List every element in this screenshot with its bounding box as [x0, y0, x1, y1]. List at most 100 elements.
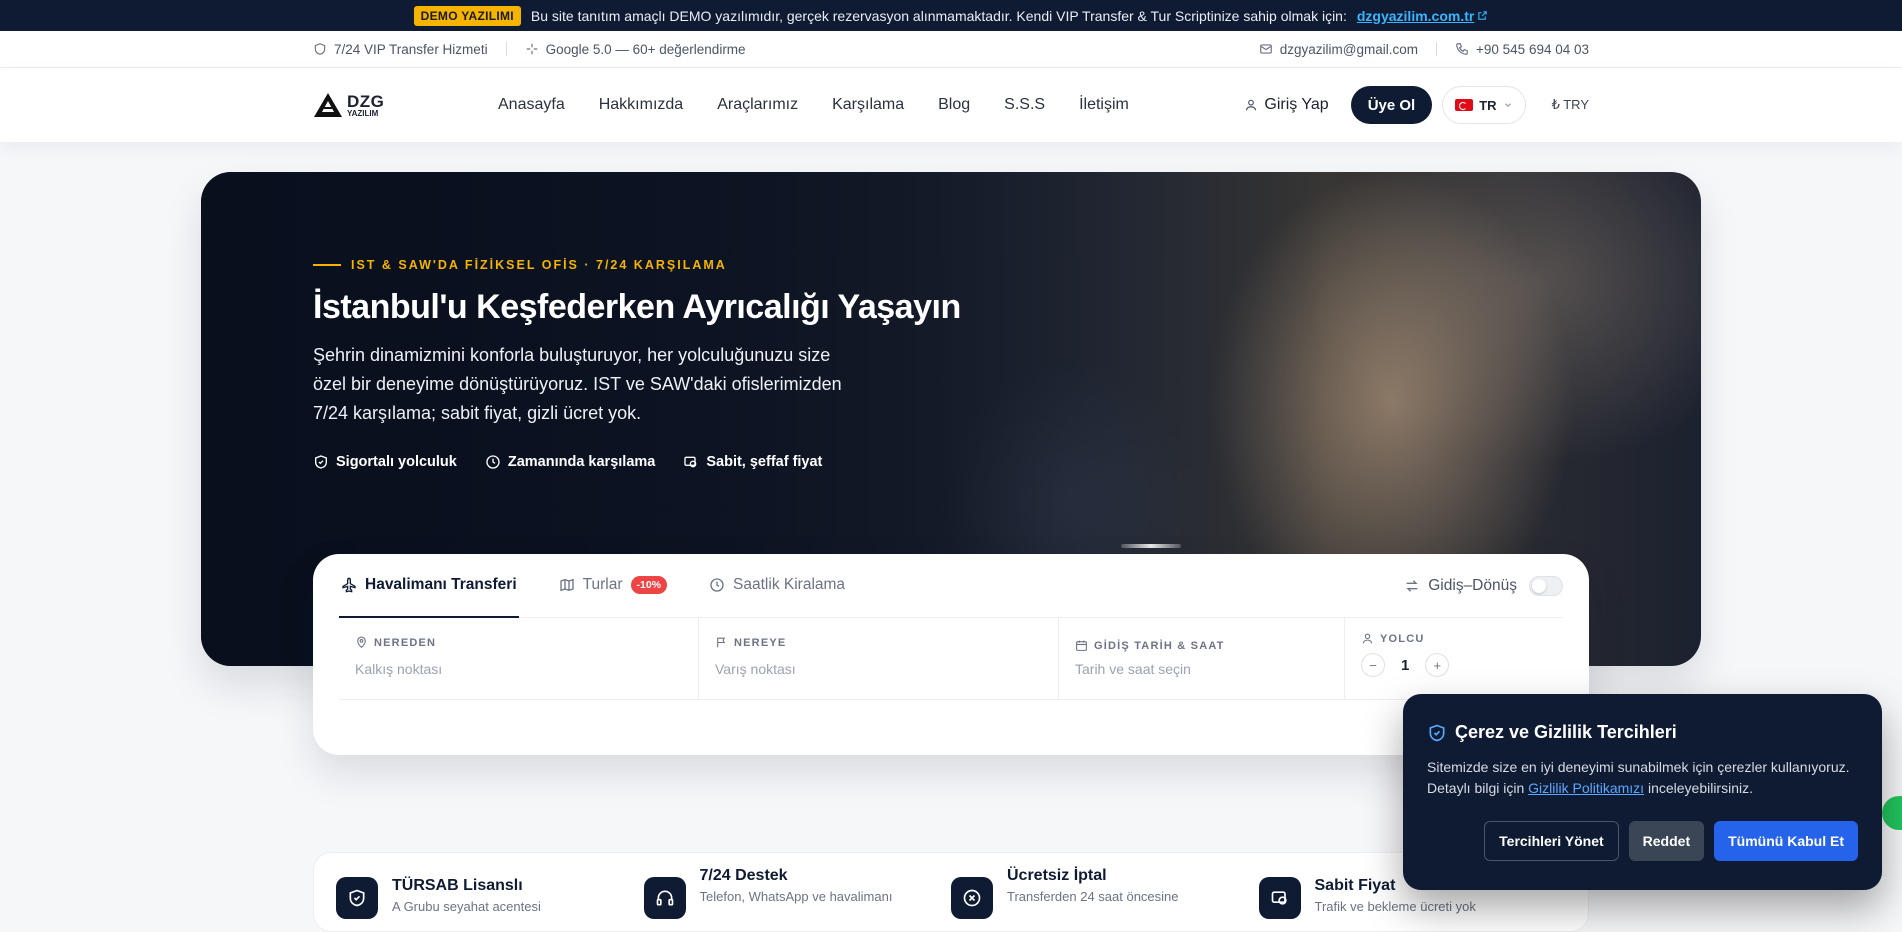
roundtrip-toggle[interactable] [1529, 576, 1563, 596]
main-nav: Anasayfa Hakkımızda Araçlarımız Karşılam… [498, 96, 1232, 114]
login-button[interactable]: Giriş Yap [1232, 96, 1340, 114]
language-label: TR [1479, 97, 1497, 113]
logo-sub: YAZILIM [347, 108, 379, 118]
nav-item-contact[interactable]: İletişim [1079, 96, 1129, 114]
booking-fields: NEREDEN NEREYE GİDİŞ TARİH & SAAT YOLCU [339, 618, 1563, 700]
booking-tabs: Havalimanı Transferi Turlar -10% Saatlik… [339, 554, 1563, 618]
tab-hourly-rental[interactable]: Saatlik Kiralama [707, 553, 847, 617]
cookie-text-after: inceleyebilirsiniz. [1647, 780, 1753, 796]
site-header: DZG YAZILIM Anasayfa Hakkımızda Araçları… [0, 68, 1902, 142]
nav-item-faq[interactable]: S.S.S [1004, 96, 1045, 114]
service-info: 7/24 VIP Transfer Hizmeti [313, 42, 488, 57]
turkey-flag-icon [1455, 99, 1474, 111]
phone-text: +90 545 694 04 03 [1476, 41, 1589, 57]
external-link-icon [1478, 11, 1488, 20]
chevron-down-icon [1504, 103, 1511, 108]
currency-selector[interactable]: ₺ TRY [1536, 97, 1589, 113]
hero-feature-label: Sigortalı yolculuk [336, 454, 457, 470]
logo-mark-icon [314, 93, 342, 117]
feature-title: TÜRSAB Lisanslı [392, 877, 523, 894]
to-input[interactable] [715, 661, 1042, 677]
email-text: dzgyazilim@gmail.com [1279, 41, 1419, 57]
tab-airport-transfer[interactable]: Havalimanı Transferi [339, 553, 519, 618]
info-bar: 7/24 VIP Transfer Hizmeti Google 5.0 — 6… [0, 31, 1902, 68]
phone-link[interactable]: +90 545 694 04 03 [1455, 42, 1589, 57]
features-strip: TÜRSAB Lisanslı A Grubu seyahat acentesi… [313, 852, 1589, 932]
from-field: NEREDEN [339, 618, 699, 699]
swap-icon [1406, 580, 1418, 592]
shield-icon [1429, 724, 1445, 741]
feature-desc: Transferden 24 saat öncesine [1007, 889, 1179, 904]
passenger-count: 1 [1401, 656, 1410, 674]
passenger-stepper: − 1 + [1361, 653, 1547, 677]
slider-indicator[interactable] [1121, 544, 1181, 548]
shield-check-icon [315, 455, 327, 469]
nav-item-meet-greet[interactable]: Karşılama [832, 96, 904, 114]
plane-icon [342, 577, 356, 593]
demo-link[interactable]: dzgyazilim.com.tr [1357, 8, 1488, 24]
date-label: GİDİŞ TARİH & SAAT [1094, 639, 1225, 652]
roundtrip-option: Gidiş–Dönüş [1404, 554, 1563, 618]
shield-icon [314, 43, 326, 55]
signup-button[interactable]: Üye Ol [1350, 86, 1433, 124]
demo-badge: DEMO YAZILIMI [413, 5, 521, 26]
from-label: NEREDEN [374, 636, 437, 649]
email-link[interactable]: dzgyazilim@gmail.com [1259, 42, 1418, 57]
nav-item-vehicles[interactable]: Araçlarımız [717, 96, 798, 114]
tab-label: Turlar [582, 576, 623, 593]
feature-desc: Trafik ve bekleme ücreti yok [1314, 899, 1476, 914]
hero-subtitle: Şehrin dinamizmini konforla buluşturuyor… [313, 345, 842, 423]
decrement-button[interactable]: − [1361, 653, 1385, 677]
passenger-label: YOLCU [1380, 632, 1425, 645]
privacy-policy-link[interactable]: Gizlilik Politikamızı [1528, 780, 1644, 796]
hero-feature-price: Sabit, şeffaf fiyat [683, 454, 822, 470]
divider [505, 42, 507, 56]
price-tag-icon [684, 456, 697, 468]
sparkle-icon [526, 43, 537, 55]
rating-info: Google 5.0 — 60+ değerlendirme [525, 42, 746, 57]
feature-title: Ücretsiz İptal [1007, 867, 1107, 884]
feature-desc: A Grubu seyahat acentesi [392, 899, 541, 914]
hero-title: İstanbul'u Keşfederken Ayrıcalığı Yaşayı… [313, 288, 961, 326]
discount-badge: -10% [630, 576, 668, 594]
phone-icon [1456, 43, 1468, 55]
accept-all-button[interactable]: Tümünü Kabul Et [1714, 821, 1858, 861]
login-label: Giriş Yap [1264, 96, 1329, 113]
hero-eyebrow: IST & SAW'DA FİZİKSEL OFİS · 7/24 KARŞIL… [313, 258, 961, 272]
feature-item: 7/24 Destek Telefon, WhatsApp ve havalim… [643, 867, 952, 931]
tab-tours[interactable]: Turlar -10% [557, 553, 669, 617]
whatsapp-button[interactable] [1882, 796, 1902, 830]
cookie-title: Çerez ve Gizlilik Tercihleri [1455, 722, 1677, 742]
calendar-icon [1076, 640, 1087, 651]
demo-message: Bu site tanıtım amaçlı DEMO yazılımıdır,… [530, 7, 1347, 24]
from-input[interactable] [355, 661, 682, 677]
date-input[interactable] [1075, 661, 1328, 677]
manage-preferences-button[interactable]: Tercihleri Yönet [1484, 821, 1619, 861]
passenger-field: YOLCU − 1 + [1345, 618, 1563, 699]
price-tag-icon [1258, 877, 1301, 919]
nav-item-about[interactable]: Hakkımızda [599, 96, 683, 114]
feature-item: Ücretsiz İptal Transferden 24 saat önces… [951, 867, 1259, 931]
demo-banner: DEMO YAZILIMI Bu site tanıtım amaçlı DEM… [0, 0, 1902, 31]
logo-main: DZG [347, 91, 385, 111]
clock-icon [486, 455, 500, 469]
nav-item-home[interactable]: Anasayfa [498, 96, 565, 114]
user-icon [1362, 633, 1373, 644]
increment-button[interactable]: + [1425, 653, 1450, 677]
language-selector[interactable]: TR [1442, 86, 1526, 124]
service-text: 7/24 VIP Transfer Hizmeti [334, 41, 488, 57]
headset-icon [643, 877, 686, 919]
nav-item-blog[interactable]: Blog [938, 96, 970, 114]
user-icon [1246, 99, 1257, 111]
reject-button[interactable]: Reddet [1628, 821, 1705, 861]
hero-feature-label: Zamanında karşılama [507, 454, 656, 470]
feature-desc: Telefon, WhatsApp ve havalimanı [699, 889, 893, 904]
logo[interactable]: DZG YAZILIM [313, 92, 498, 118]
date-field: GİDİŞ TARİH & SAAT [1059, 618, 1345, 699]
tab-label: Havalimanı Transferi [365, 576, 517, 593]
cookie-consent-dialog: Çerez ve Gizlilik Tercihleri Sitemizde s… [1403, 694, 1882, 890]
to-field: NEREYE [699, 618, 1059, 699]
feature-item: TÜRSAB Lisanslı A Grubu seyahat acentesi [336, 877, 644, 931]
hero-feature-label: Sabit, şeffaf fiyat [706, 454, 823, 470]
divider [1436, 42, 1438, 56]
